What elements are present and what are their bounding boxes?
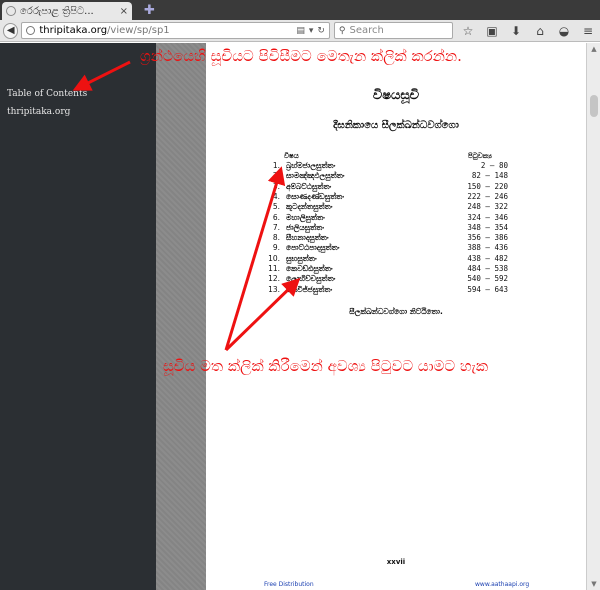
close-icon[interactable]: × — [120, 6, 128, 17]
annotation-middle-note: සූචිය මත ක්ලික් කිරීමෙන් අවශ්‍ය පිටුවට ය… — [163, 357, 489, 375]
toc-entry-number: 3. — [272, 181, 280, 191]
toc-entry-number: 1. — [272, 161, 280, 170]
toc-entry-title[interactable]: සොණදණ්ඩසුත්තං — [286, 192, 344, 202]
toc-entry[interactable]: 5. කූටදන්තසුත්තං 248 – 322 — [266, 202, 508, 212]
dropdown-arrow-icon[interactable]: ▾ — [309, 26, 314, 36]
scroll-down-icon[interactable]: ▼ — [587, 580, 600, 588]
toc-entry-pages: 356 – 386 — [467, 233, 508, 243]
toc-entry[interactable]: 4. සොණදණ්ඩසුත්තං 222 – 246 — [266, 192, 508, 202]
toc-entry[interactable]: 11. කෙවඩ්ඪසුත්තං 484 – 538 — [266, 264, 508, 274]
menu-icon[interactable]: ≡ — [579, 24, 597, 38]
search-icon: ⚲ — [338, 25, 346, 36]
toc-entry[interactable]: 6. මහාලිසුත්තං 324 – 346 — [266, 213, 508, 223]
page-subtitle: දීඝනිකායෙ සීලක්ඛන්ධවග්ගො — [333, 120, 459, 131]
browser-tab[interactable]: රෙරුපාළ ත්‍රිපිට... × — [2, 2, 132, 20]
pocket-icon[interactable]: ◒ — [555, 24, 573, 38]
bookmark-star-icon[interactable]: ☆ — [459, 24, 477, 38]
toc-entry-number: 8. — [272, 233, 280, 243]
toc-entry[interactable]: 10. සුභසුත්තං 438 – 482 — [266, 254, 508, 264]
toc-entry-title[interactable]: පොට්ඨපාදසුත්තං — [286, 243, 339, 253]
new-tab-icon[interactable]: ✚ — [144, 3, 155, 18]
toc-entry-title[interactable]: තෙවිජ්ජසුත්තං — [286, 285, 332, 295]
toc-entry-title[interactable]: මහාලිසුත්තං — [286, 213, 325, 223]
footer-right[interactable]: www.aathaapi.org — [475, 581, 529, 588]
scroll-up-icon[interactable]: ▲ — [587, 45, 600, 53]
toc-entry-number: 11. — [268, 264, 280, 273]
toc-entry[interactable]: 13. තෙවිජ්ජසුත්තං 594 – 643 — [266, 285, 508, 295]
toc-entry-pages: 324 – 346 — [467, 212, 508, 222]
toc-entry-title[interactable]: කෙවඩ්ඪසුත්තං — [286, 264, 333, 274]
toc-entry-title[interactable]: කූටදන්තසුත්තං — [286, 202, 332, 212]
toc-entry-pages: 484 – 538 — [467, 264, 508, 273]
toc-entry[interactable]: 1. බ්‍රහ්මජාලසුත්තං 2 – 80 — [266, 161, 508, 171]
navigation-bar: ◀ thripitaka.org /view/sp/sp1 ▤ ▾ ↻ ⚲ Se… — [0, 20, 600, 42]
toc-entry-title[interactable]: ජාලියසුත්තං — [286, 223, 324, 233]
globe-icon — [26, 26, 36, 35]
toc-entry-pages: 348 – 354 — [467, 222, 508, 232]
toc-entry-title[interactable]: සාමඤ්ඤඵලසුත්තං — [286, 171, 345, 181]
toc-entry-pages: 594 – 643 — [467, 284, 508, 294]
annotation-top-note: ග්‍රන්ථයෙහි සූචියට පිවිසීමට මෙතැන ක්ලික්… — [140, 47, 462, 65]
toc-entry[interactable]: 9. පොට්ඨපාදසුත්තං 388 – 436 — [266, 243, 508, 253]
reading-list-icon[interactable]: ▣ — [483, 24, 501, 38]
page-title: විෂයසූචි — [372, 88, 420, 103]
toc-entry-number: 7. — [272, 222, 280, 232]
toc-entry-pages: 388 – 436 — [467, 243, 508, 253]
toc-entry-title[interactable]: ලොහිච්චසුත්තං — [286, 274, 335, 284]
toolbar-icons: ☆ ▣ ⬇ ⌂ ◒ ≡ — [459, 24, 597, 38]
toc-entry-pages: 2 – 80 — [480, 161, 508, 170]
toc-entry-pages: 82 – 148 — [471, 171, 508, 181]
toc-entry-number: 10. — [268, 253, 280, 263]
toc-entry-number: 4. — [272, 191, 280, 201]
toc-entry-number: 6. — [272, 212, 280, 222]
column-header-subject: විෂය — [284, 152, 299, 160]
address-bar[interactable]: thripitaka.org /view/sp/sp1 ▤ ▾ ↻ — [21, 22, 330, 39]
reader-view-icon[interactable]: ▤ — [296, 26, 305, 36]
sidebar: Table of Contents thripitaka.org — [0, 43, 156, 590]
favicon-icon — [6, 6, 16, 16]
toc-entry-pages: 248 – 322 — [467, 202, 508, 212]
toc-entry-number: 2. — [272, 171, 280, 181]
tab-title: රෙරුපාළ ත්‍රිපිට... — [20, 5, 94, 17]
url-path: /view/sp/sp1 — [107, 25, 170, 36]
column-header-pages: පිටුවක්‍ය — [468, 152, 492, 160]
toc-entry-pages: 438 – 482 — [467, 253, 508, 263]
download-icon[interactable]: ⬇ — [507, 24, 525, 38]
toc-entry-number: 13. — [268, 284, 280, 294]
search-placeholder: Search — [349, 25, 384, 36]
search-input[interactable]: ⚲ Search — [333, 22, 453, 39]
toc-entry-number: 5. — [272, 202, 280, 212]
toc-entry-title[interactable]: බ්‍රහ්මජාලසුත්තං — [286, 161, 335, 171]
tab-bar: රෙරුපාළ ත්‍රිපිට... × ✚ — [0, 0, 600, 20]
toc-entry-number: 12. — [268, 274, 280, 284]
toc-entry[interactable]: 12. ලොහිච්චසුත්තං 540 – 592 — [266, 274, 508, 284]
toc-entry-pages: 540 – 592 — [467, 274, 508, 284]
toc-entry[interactable]: 8. සීහනාදසුත්තං 356 – 386 — [266, 233, 508, 243]
viewer-gutter — [156, 43, 206, 590]
toc-entry[interactable]: 2. සාමඤ්ඤඵලසුත්තං 82 – 148 — [266, 171, 508, 181]
toc-entry[interactable]: 3. අම්බට්ඨසුත්තං 150 – 220 — [266, 182, 508, 192]
toc-entry-title[interactable]: අම්බට්ඨසුත්තං — [286, 182, 331, 192]
page-number: xxvii — [386, 558, 406, 566]
toc-entry-pages: 222 – 246 — [467, 191, 508, 201]
scrollbar[interactable]: ▲ ▼ — [586, 43, 600, 590]
home-icon[interactable]: ⌂ — [531, 24, 549, 38]
sidebar-item-table-of-contents[interactable]: Table of Contents — [7, 89, 87, 99]
toc-entry[interactable]: 7. ජාලියසුත්තං 348 – 354 — [266, 223, 508, 233]
reload-icon[interactable]: ↻ — [317, 26, 325, 36]
section-end-note: සීලක්ඛන්ධවග්ගො නිට්ඨිතො. — [349, 307, 443, 316]
scroll-thumb[interactable] — [590, 95, 598, 117]
toc-entry-title[interactable]: සුභසුත්තං — [286, 254, 317, 264]
document-page: විෂයසූචි දීඝනිකායෙ සීලක්ඛන්ධවග්ගො විෂය ප… — [206, 43, 586, 590]
back-button[interactable]: ◀ — [3, 22, 19, 39]
toc-entry-title[interactable]: සීහනාදසුත්තං — [286, 233, 329, 243]
toc-entry-number: 9. — [272, 243, 280, 253]
sidebar-item-site-link[interactable]: thripitaka.org — [7, 107, 70, 117]
url-host: thripitaka.org — [39, 25, 108, 36]
toc-entry-pages: 150 – 220 — [467, 181, 508, 191]
footer-left: Free Distribution — [264, 581, 314, 588]
